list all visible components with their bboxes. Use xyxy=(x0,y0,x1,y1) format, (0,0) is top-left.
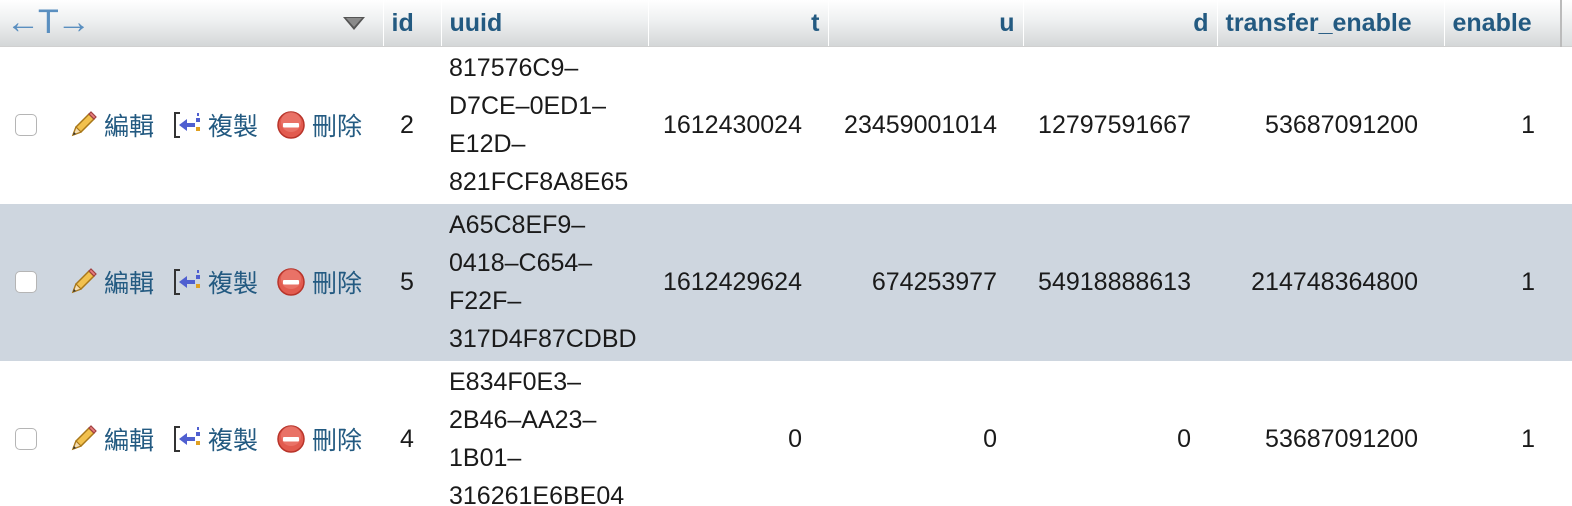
uuid-line: 316261E6BE04 xyxy=(449,482,625,506)
cell-overflow xyxy=(1561,47,1572,204)
copy-label: 複製 xyxy=(208,113,259,142)
copy-button[interactable]: 複製 xyxy=(171,264,258,300)
cell-transfer-enable[interactable]: 53687091200 xyxy=(1217,361,1444,506)
column-header-enable[interactable]: enable xyxy=(1444,0,1562,47)
cell-t[interactable]: 1612430024 xyxy=(648,47,828,204)
column-options-header: ←T→ xyxy=(0,0,384,47)
uuid-line: 317D4F87CDBD xyxy=(449,325,637,353)
column-header-t[interactable]: t xyxy=(648,0,829,47)
copy-button[interactable]: 複製 xyxy=(171,421,258,457)
results-table: ←T→ id uuid t u d transfer_enable enable xyxy=(0,0,1572,506)
table-row[interactable]: 編輯 複製 xyxy=(0,203,1572,361)
cell-uuid[interactable]: 817576C9– D7CE–0ED1– E12D– 821FCF8A8E65 xyxy=(441,47,648,204)
copy-row-icon xyxy=(174,426,201,452)
row-actions-cell: 編輯 複製 刪除 xyxy=(0,361,383,506)
cell-u[interactable]: 0 xyxy=(828,361,1023,506)
cell-overflow xyxy=(1561,361,1572,506)
cell-u[interactable]: 674253977 xyxy=(828,204,1023,361)
copy-button[interactable]: 複製 xyxy=(171,107,258,143)
edit-label: 編輯 xyxy=(104,113,155,142)
cell-uuid[interactable]: A65C8EF9– 0418–C654– F22F– 317D4F87CDBD xyxy=(441,204,648,361)
uuid-line: E834F0E3– xyxy=(449,368,582,396)
row-actions-cell: 編輯 複製 刪除 xyxy=(0,204,383,361)
cell-id[interactable]: 4 xyxy=(383,361,441,506)
delete-button[interactable]: 刪除 xyxy=(275,264,362,300)
uuid-line: 2B46–AA23– xyxy=(449,406,597,434)
table-row[interactable]: 編輯 複製 xyxy=(0,360,1572,506)
copy-label: 複製 xyxy=(208,427,259,455)
cell-d[interactable]: 0 xyxy=(1023,361,1217,506)
delete-button[interactable]: 刪除 xyxy=(275,107,362,143)
row-select-checkbox[interactable] xyxy=(15,114,37,137)
cell-t[interactable]: 0 xyxy=(648,361,828,506)
uuid-line: D7CE–0ED1– xyxy=(449,92,607,121)
column-header-overflow xyxy=(1560,0,1572,47)
edit-label: 編輯 xyxy=(104,270,155,298)
table-row[interactable]: 編輯 複製 xyxy=(0,46,1572,204)
cell-d[interactable]: 12797591667 xyxy=(1023,47,1217,204)
header-row: ←T→ id uuid t u d transfer_enable enable xyxy=(0,0,1572,47)
edit-button[interactable]: 編輯 xyxy=(67,107,154,143)
row-select-checkbox[interactable] xyxy=(15,428,37,450)
edit-button[interactable]: 編輯 xyxy=(67,264,154,300)
column-header-transfer-enable[interactable]: transfer_enable xyxy=(1217,0,1445,47)
uuid-line: E12D– xyxy=(449,130,526,159)
uuid-line: 821FCF8A8E65 xyxy=(449,168,629,197)
cell-t[interactable]: 1612429624 xyxy=(648,204,828,361)
column-header-uuid[interactable]: uuid xyxy=(441,0,649,47)
options-dropdown-icon[interactable] xyxy=(342,17,365,30)
cell-d[interactable]: 54918888613 xyxy=(1023,204,1217,361)
column-header-d[interactable]: d xyxy=(1023,0,1218,47)
cell-enable[interactable]: 1 xyxy=(1444,204,1561,361)
column-header-id[interactable]: id xyxy=(383,0,442,47)
delete-icon xyxy=(277,268,305,296)
column-header-u[interactable]: u xyxy=(828,0,1024,47)
delete-label: 刪除 xyxy=(312,270,363,298)
cell-id[interactable]: 2 xyxy=(383,47,441,204)
delete-label: 刪除 xyxy=(312,427,363,455)
cell-u[interactable]: 23459001014 xyxy=(828,47,1023,204)
copy-row-icon xyxy=(174,269,201,295)
copy-row-icon xyxy=(174,112,201,139)
edit-label: 編輯 xyxy=(104,427,155,455)
column-resize-arrows-icon[interactable]: ←T→ xyxy=(6,3,91,42)
pencil-icon xyxy=(71,268,97,294)
uuid-line: 817576C9– xyxy=(449,54,579,83)
pencil-icon xyxy=(71,111,97,137)
uuid-line: 1B01– xyxy=(449,444,522,472)
cell-uuid[interactable]: E834F0E3– 2B46–AA23– 1B01– 316261E6BE04 xyxy=(441,361,648,506)
cell-enable[interactable]: 1 xyxy=(1444,361,1561,506)
delete-icon xyxy=(277,111,305,139)
cell-overflow xyxy=(1561,204,1572,361)
edit-button[interactable]: 編輯 xyxy=(67,421,154,457)
cell-transfer-enable[interactable]: 53687091200 xyxy=(1217,47,1444,204)
uuid-line: A65C8EF9– xyxy=(449,211,586,239)
uuid-line: F22F– xyxy=(449,287,522,315)
cell-enable[interactable]: 1 xyxy=(1444,47,1561,204)
delete-button[interactable]: 刪除 xyxy=(275,421,362,457)
delete-icon xyxy=(277,425,305,453)
pencil-icon xyxy=(71,425,97,451)
uuid-line: 0418–C654– xyxy=(449,249,593,277)
cell-id[interactable]: 5 xyxy=(383,204,441,361)
row-select-checkbox[interactable] xyxy=(15,271,37,293)
cell-transfer-enable[interactable]: 214748364800 xyxy=(1217,204,1444,361)
delete-label: 刪除 xyxy=(312,113,363,142)
copy-label: 複製 xyxy=(208,270,259,298)
row-actions-cell: 編輯 複製 刪除 xyxy=(0,47,383,204)
